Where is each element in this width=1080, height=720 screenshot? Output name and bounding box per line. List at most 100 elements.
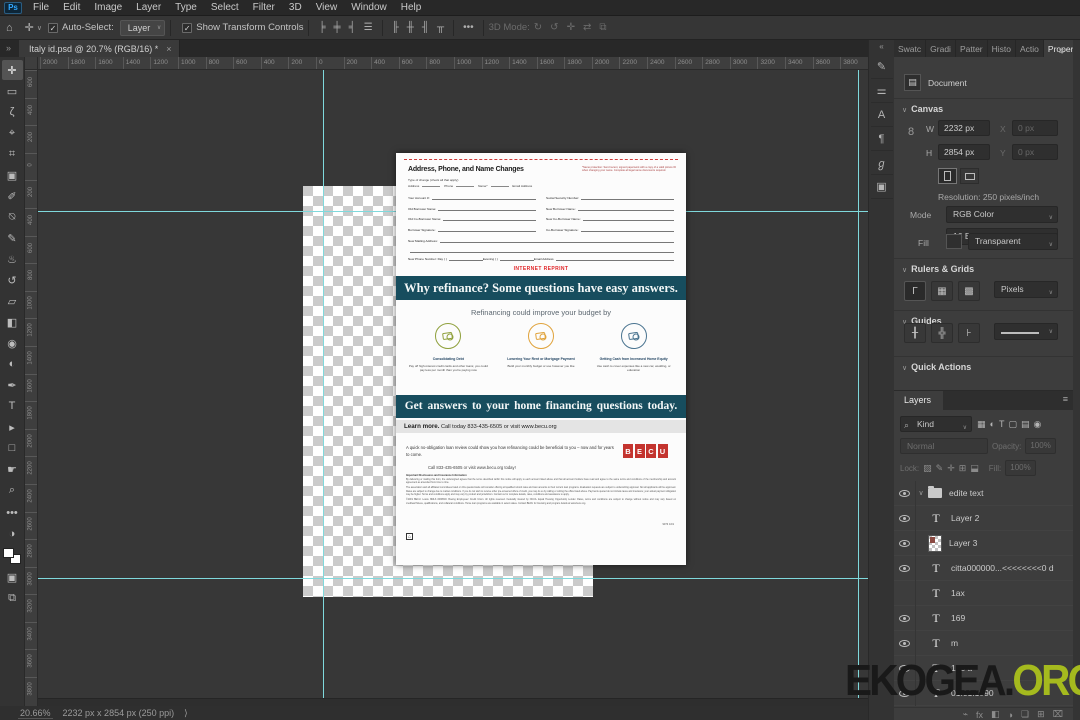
color-swatches[interactable] — [3, 548, 21, 564]
group-expand-icon[interactable]: ∨ — [916, 489, 926, 497]
layer-mask-icon[interactable]: ◧ — [991, 709, 1000, 720]
menu-item[interactable]: Layer — [129, 0, 168, 16]
horizontal-scrollbar[interactable] — [38, 698, 868, 706]
lock-move-icon[interactable]: ✛ — [947, 463, 955, 474]
delete-layer-icon[interactable]: ⌧ — [1053, 709, 1063, 720]
lasso-tool[interactable]: ζ — [2, 102, 23, 122]
layer-visibility-toggle[interactable] — [894, 505, 916, 531]
brush-tool[interactable]: ✎ — [2, 228, 23, 248]
menu-item[interactable]: Select — [204, 0, 246, 16]
ruler-horizontal[interactable]: 2000 1800 1600 1400 1200 1000 800 600 400 200 0 200… — [38, 57, 868, 70]
eraser-tool[interactable]: ▱ — [2, 291, 23, 311]
distribute-left-icon[interactable]: ╟ — [388, 22, 403, 33]
paragraph-panel-icon[interactable]: ¶ — [870, 127, 893, 151]
panel-menu-icon[interactable]: ≡ — [1059, 43, 1069, 56]
eyedropper-tool[interactable]: ✐ — [2, 186, 23, 206]
distribute-vertical-icon[interactable]: ╥ — [433, 22, 448, 33]
filter-adjustment-layers-icon[interactable]: ◐ — [988, 419, 997, 430]
guide-vertical-left[interactable] — [323, 70, 324, 698]
blur-tool[interactable]: ◉ — [2, 333, 23, 353]
layer-filter-select[interactable]: ⌕ Kind — [900, 416, 972, 435]
panel-tab[interactable]: Swatc — [894, 40, 927, 57]
frame-tool[interactable]: ▣ — [2, 165, 23, 185]
menu-item[interactable]: 3D — [282, 0, 309, 16]
align-left-icon[interactable]: ╞ — [314, 22, 329, 33]
guide-horizontal-bottom[interactable] — [38, 578, 868, 579]
show-transform-checkbox[interactable]: ✓ — [182, 22, 193, 33]
zoom-level[interactable]: 20.66% — [18, 708, 53, 719]
menu-item[interactable]: Image — [87, 0, 129, 16]
new-layer-icon[interactable]: ⊞ — [1037, 709, 1045, 720]
menu-item[interactable]: Window — [344, 0, 394, 16]
auto-select-checkbox[interactable]: ✓ — [48, 22, 58, 33]
menu-item[interactable]: Edit — [56, 0, 87, 16]
align-center-h-icon[interactable]: ╪ — [330, 22, 345, 33]
guide-layout-icon[interactable]: ╬ — [931, 323, 953, 343]
canvas-height-input[interactable]: 2854 px — [938, 144, 990, 160]
character-panel-icon[interactable]: A — [870, 103, 893, 127]
home-icon[interactable]: ⌂ — [0, 22, 19, 34]
shape-tool[interactable]: □ — [2, 438, 23, 458]
type-tool[interactable]: T — [2, 396, 23, 416]
layer-row[interactable]: T 1ax — [894, 580, 1073, 606]
align-right-icon[interactable]: ╡ — [345, 22, 360, 33]
canvas-width-input[interactable]: 2232 px — [938, 120, 990, 136]
layers-tab[interactable]: Layers — [894, 391, 944, 410]
quick-actions-section-header[interactable]: ∨ Quick Actions — [902, 362, 971, 372]
layers-menu-icon[interactable]: ≡ — [1063, 391, 1073, 410]
edit-toolbar-icon[interactable]: ••• — [2, 503, 23, 523]
path-select-tool[interactable]: ▸ — [2, 417, 23, 437]
filter-smart-objects-icon[interactable]: ▤ — [1019, 419, 1032, 430]
layer-visibility-toggle[interactable] — [894, 555, 916, 581]
pixel-grid-icon[interactable]: ▩ — [958, 281, 980, 301]
status-chevron-icon[interactable]: ⟩ — [184, 708, 188, 719]
screen-mode-icon[interactable]: ⧉ — [2, 588, 23, 608]
clone-stamp-tool[interactable]: ♨ — [2, 249, 23, 269]
adjustment-layer-icon[interactable]: ◑ — [1008, 710, 1013, 720]
layer-visibility-toggle[interactable] — [894, 605, 916, 631]
more-options-icon[interactable]: ••• — [459, 22, 478, 33]
vertical-scrollbar[interactable] — [1073, 40, 1080, 720]
dodge-tool[interactable]: ◐ — [2, 354, 23, 374]
menu-item[interactable]: View — [309, 0, 345, 16]
marquee-tool[interactable]: ▭ — [2, 81, 23, 101]
zoom-tool[interactable]: ⌕ — [2, 480, 23, 500]
pen-tool[interactable]: ✒ — [2, 375, 23, 395]
layer-visibility-toggle[interactable] — [894, 580, 916, 606]
flyer-document[interactable]: Address, Phone, and Name Changes *Name p… — [396, 153, 686, 565]
link-layers-icon[interactable]: ⌁ — [963, 709, 968, 720]
layer-visibility-toggle[interactable] — [894, 530, 916, 556]
distribute-right-icon[interactable]: ╢ — [418, 22, 433, 33]
layer-row[interactable]: ∨ T edite text — [894, 480, 1073, 506]
filter-pin-icon[interactable]: ◉ — [1031, 419, 1043, 430]
orientation-portrait-button[interactable] — [938, 168, 957, 184]
lock-transparent-icon[interactable]: ▨ — [923, 463, 932, 474]
foreground-color-swatch[interactable] — [3, 548, 14, 558]
menu-item[interactable]: File — [26, 0, 56, 16]
guide-style-select[interactable] — [994, 323, 1058, 340]
canvas-section-header[interactable]: ∨ Canvas — [902, 104, 943, 114]
rulers-grids-section-header[interactable]: ∨ Rulers & Grids — [902, 264, 974, 274]
healing-brush-tool[interactable]: ⍉ — [2, 207, 23, 227]
fill-swatch[interactable] — [946, 234, 962, 249]
menu-item[interactable]: Filter — [246, 0, 282, 16]
filter-type-layers-icon[interactable]: T — [997, 419, 1007, 430]
link-dimensions-icon[interactable]: 8 — [908, 126, 914, 138]
grid-overlay-icon[interactable]: ▦ — [931, 281, 953, 301]
panel-tab[interactable]: Patter — [956, 40, 988, 57]
fill-select[interactable]: Transparent — [968, 233, 1058, 253]
lock-artboard-icon[interactable]: ⊞ — [959, 463, 967, 474]
lock-guides-icon[interactable]: ⊦ — [958, 323, 980, 343]
crop-tool[interactable]: ⌗ — [2, 144, 23, 164]
ruler-units-select[interactable]: Pixels — [994, 281, 1058, 301]
quick-selection-tool[interactable]: ⌖ — [2, 123, 23, 143]
new-guide-icon[interactable]: ╂ — [904, 323, 926, 343]
glyphs-panel-icon[interactable]: ℊ — [870, 151, 893, 175]
layer-effects-icon[interactable]: fx — [976, 710, 983, 720]
layer-row[interactable]: T Layer 2 — [894, 505, 1073, 531]
gradient-tool[interactable]: ◧ — [2, 312, 23, 332]
filter-shape-layers-icon[interactable]: ▢ — [1006, 419, 1019, 430]
move-tool[interactable]: ✛ — [1, 60, 23, 80]
ruler-origin-icon[interactable]: Γ — [904, 281, 926, 301]
close-icon[interactable]: × — [166, 44, 171, 57]
